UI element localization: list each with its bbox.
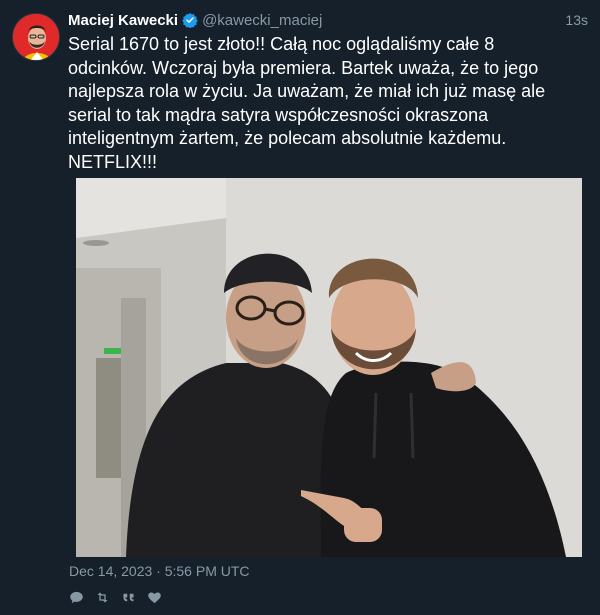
tweet-header: Maciej Kawecki @kawecki_maciej 13s [68, 10, 588, 30]
like-icon [147, 592, 161, 603]
relative-timestamp[interactable]: 13s [565, 12, 588, 28]
reply-button[interactable] [68, 589, 84, 605]
like-button[interactable] [146, 589, 162, 605]
tweet-photo[interactable] [76, 178, 582, 557]
photo-two-men [76, 178, 582, 557]
retweet-icon [97, 592, 107, 602]
verified-badge-icon [182, 12, 198, 29]
tweet-text: Serial 1670 to jest złoto!! Całą noc ogl… [68, 34, 551, 172]
author-avatar[interactable] [12, 13, 60, 61]
avatar-portrait [13, 14, 59, 60]
retweet-button[interactable] [94, 589, 110, 605]
tweet-date[interactable]: Dec 14, 2023 · 5:56 PM UTC [69, 563, 250, 579]
quote-icon [123, 593, 133, 601]
reply-icon [69, 591, 83, 603]
tweet-card: Maciej Kawecki @kawecki_maciej 13s Seria… [0, 0, 600, 615]
quote-button[interactable] [120, 589, 136, 605]
author-handle[interactable]: @kawecki_maciej [202, 12, 322, 29]
tweet-actions [68, 589, 162, 605]
author-display-name[interactable]: Maciej Kawecki [68, 12, 178, 29]
